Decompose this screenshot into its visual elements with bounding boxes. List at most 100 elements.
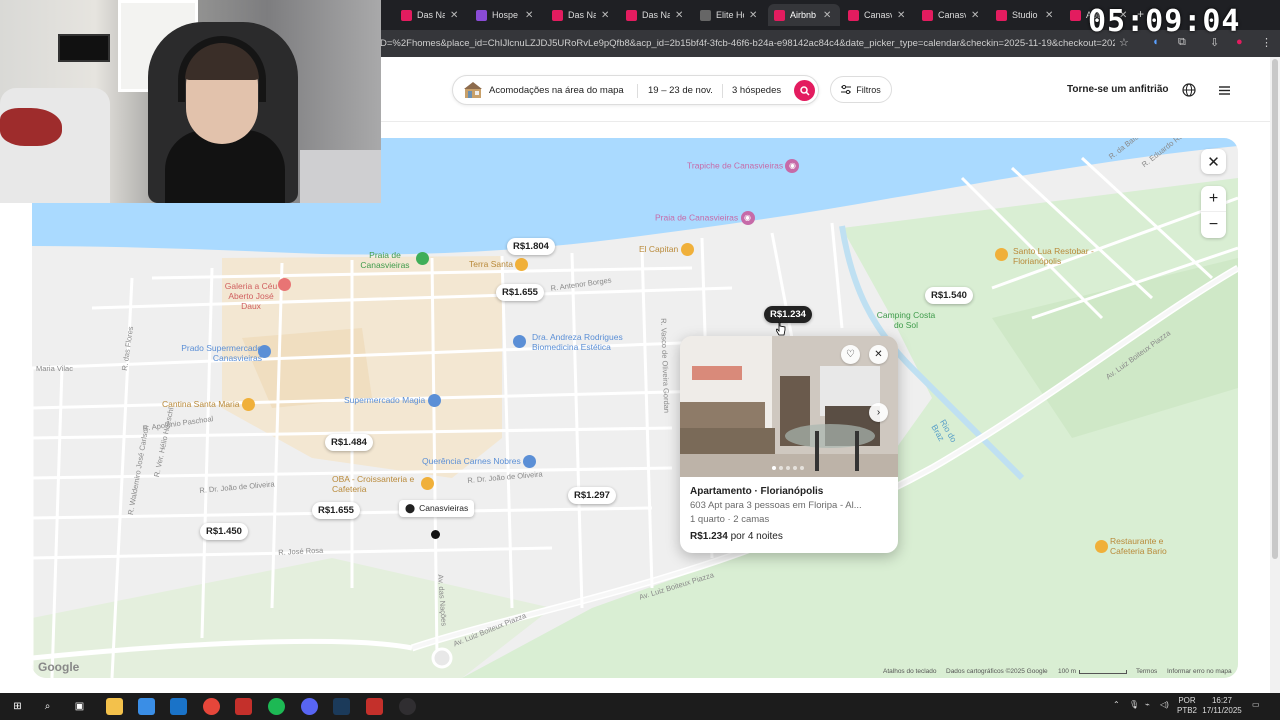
place-label[interactable]: ⬤ Canasvieiras — [399, 500, 475, 517]
search-icon[interactable]: ⌕ — [39, 698, 56, 715]
price-pin-selected[interactable]: R$1.234 — [764, 306, 812, 323]
poi-oba[interactable]: OBA - Croissanteria e Cafeteria — [332, 474, 420, 494]
task-view-icon[interactable]: ▣ — [71, 698, 88, 715]
browser-tab[interactable]: Airbnb ✕ — [768, 4, 840, 26]
next-photo-button[interactable]: › — [869, 403, 888, 422]
poi-el-capitan[interactable]: El Capitan — [639, 243, 694, 256]
close-tab-icon[interactable]: ✕ — [971, 10, 979, 21]
poi-praia-park[interactable]: Praia de Canasvieiras — [354, 250, 416, 270]
attraction-icon: ◉ — [785, 159, 800, 173]
poi-galeria[interactable]: Galeria a Céu Aberto José Daux — [222, 281, 280, 311]
search-button[interactable] — [794, 80, 815, 101]
favorite-button[interactable]: ♡ — [841, 345, 860, 364]
restaurant-icon — [680, 243, 694, 256]
scale-label: 100 m — [1058, 668, 1077, 675]
price-pin[interactable]: R$1.297 — [568, 487, 616, 504]
globe-icon[interactable] — [1181, 82, 1197, 98]
cafe-icon — [421, 477, 434, 490]
close-tab-icon[interactable]: ✕ — [450, 10, 458, 21]
mic-icon[interactable]: 🎙 — [1129, 700, 1139, 710]
network-icon[interactable]: ⌁ — [1145, 700, 1150, 710]
chevron-right-icon: › — [876, 407, 881, 418]
file-explorer-icon[interactable] — [106, 698, 123, 715]
menu-button[interactable] — [1213, 80, 1235, 100]
search-guests[interactable]: 3 hóspedes — [732, 85, 781, 96]
store-icon[interactable] — [138, 698, 155, 715]
discord-icon[interactable] — [301, 698, 318, 715]
poi-terra-santa[interactable]: Terra Santa — [469, 258, 529, 271]
listing-description: 603 Apt para 3 pessoas em Floripa - Al..… — [690, 500, 862, 511]
voicemeeter-icon[interactable] — [235, 698, 252, 715]
terms-link[interactable]: Termos — [1136, 668, 1157, 675]
poi-camping[interactable]: Camping Costa do Sol — [876, 310, 936, 330]
poi-restaurante-bario[interactable]: Restaurante e Cafeteria Bario — [1110, 536, 1182, 556]
close-map-button[interactable]: ✕ — [1201, 149, 1226, 174]
poi-trapiche[interactable]: Trapiche de Canasvieiras ◉ — [687, 159, 800, 173]
poi-cantina[interactable]: Cantina Santa Maria — [162, 398, 255, 411]
close-tab-icon[interactable]: ✕ — [601, 10, 609, 21]
start-icon[interactable]: ⊞ — [9, 698, 26, 715]
listing-card[interactable]: ♡ ✕ › Apartamento · Florianópolis 603 Ap… — [680, 336, 898, 553]
photo-pagination — [772, 466, 804, 470]
clock[interactable]: 16:27 17/11/2025 — [1200, 696, 1244, 716]
browser-tab[interactable]: Canasv ✕ — [842, 4, 914, 26]
page-scrollbar[interactable] — [1270, 57, 1280, 693]
browser-tab[interactable]: Canasv ✕ — [916, 4, 988, 26]
notifications-icon[interactable]: ▭ — [1252, 700, 1260, 710]
poi-querencia[interactable]: Querência Carnes Nobres — [422, 455, 537, 468]
keyboard-shortcuts-link[interactable]: Atalhos do teclado — [883, 668, 936, 675]
browser-tab[interactable]: Das Na ✕ — [546, 4, 618, 26]
obs-icon[interactable] — [399, 698, 416, 715]
search-bar[interactable]: Acomodações na área do mapa 19 – 23 de n… — [452, 75, 819, 105]
minus-icon: − — [1208, 216, 1219, 233]
voicemeeter-icon[interactable] — [366, 698, 383, 715]
poi-supermercado-magia[interactable]: Supermercado Magia — [344, 394, 441, 407]
overlay-clock: 05:09:04 — [1088, 4, 1241, 39]
close-tab-icon[interactable]: ✕ — [749, 10, 757, 21]
price-pin[interactable]: R$1.450 — [200, 523, 248, 540]
map[interactable]: Trapiche de Canasvieiras ◉ Praia de Cana… — [32, 138, 1238, 678]
zoom-controls: + − — [1201, 186, 1226, 238]
url-text[interactable]: D=%2Fhomes&place_id=ChIJlcnuLZJDJ5URoRvL… — [380, 38, 1115, 49]
language-indicator[interactable]: POR PTB2 — [1176, 696, 1198, 716]
browser-tab[interactable]: Das Na ✕ — [620, 4, 692, 26]
poi-praia-canasvieiras[interactable]: Praia de Canasvieiras ◉ — [655, 211, 755, 225]
close-tab-icon[interactable]: ✕ — [675, 10, 683, 21]
webcam-monitor — [58, 34, 110, 62]
browser-tab[interactable]: Das Na ✕ — [395, 4, 467, 26]
search-dates[interactable]: 19 – 23 de nov. — [648, 85, 713, 96]
search-place[interactable]: Acomodações na área do mapa — [489, 85, 624, 96]
spotify-icon[interactable] — [268, 698, 285, 715]
poi-prado[interactable]: Prado Supermercado Canasvieiras — [162, 343, 262, 363]
close-tab-icon[interactable]: ✕ — [525, 10, 533, 21]
search-divider — [637, 84, 638, 98]
browser-menu-icon[interactable]: ⋮ — [1261, 36, 1272, 49]
close-tab-icon[interactable]: ✕ — [823, 10, 831, 21]
price-pin[interactable]: R$1.540 — [925, 287, 973, 304]
close-card-button[interactable]: ✕ — [869, 345, 888, 364]
browser-tab[interactable]: Studio ✕ — [990, 4, 1062, 26]
filters-button[interactable]: Filtros — [830, 76, 892, 103]
price-pin[interactable]: R$1.484 — [325, 434, 373, 451]
price-pin[interactable]: R$1.655 — [496, 284, 544, 301]
become-host-link[interactable]: Torne-se um anfitrião — [1067, 84, 1169, 95]
location-pin-icon: ⬤ — [405, 503, 416, 513]
tray-chevron-icon[interactable]: ⌃ — [1113, 700, 1120, 710]
zoom-out-button[interactable]: − — [1201, 212, 1226, 238]
zoom-in-button[interactable]: + — [1201, 186, 1226, 212]
poi-dra-andreza[interactable]: Dra. Andreza Rodrigues Biomedicina Estét… — [532, 332, 644, 352]
price-pin[interactable]: R$1.655 — [312, 502, 360, 519]
report-error-link[interactable]: Informar erro no mapa — [1167, 668, 1232, 675]
poi-santo-lua[interactable]: Santo Lua Restobar - Florianópolis — [1013, 246, 1103, 266]
steam-icon[interactable] — [333, 698, 350, 715]
close-tab-icon[interactable]: ✕ — [1045, 10, 1053, 21]
browser-tab[interactable]: Hospe ✕ — [470, 4, 542, 26]
price-pin[interactable]: R$1.804 — [507, 238, 555, 255]
close-tab-icon[interactable]: ✕ — [897, 10, 905, 21]
listing-photo[interactable] — [680, 336, 898, 477]
browser-tab[interactable]: Elite Ho ✕ — [694, 4, 766, 26]
volume-icon[interactable]: ◁) — [1160, 700, 1169, 710]
map-data-attribution: Dados cartográficos ©2025 Google — [946, 668, 1048, 675]
outlook-icon[interactable] — [170, 698, 187, 715]
chrome-icon[interactable] — [203, 698, 220, 715]
